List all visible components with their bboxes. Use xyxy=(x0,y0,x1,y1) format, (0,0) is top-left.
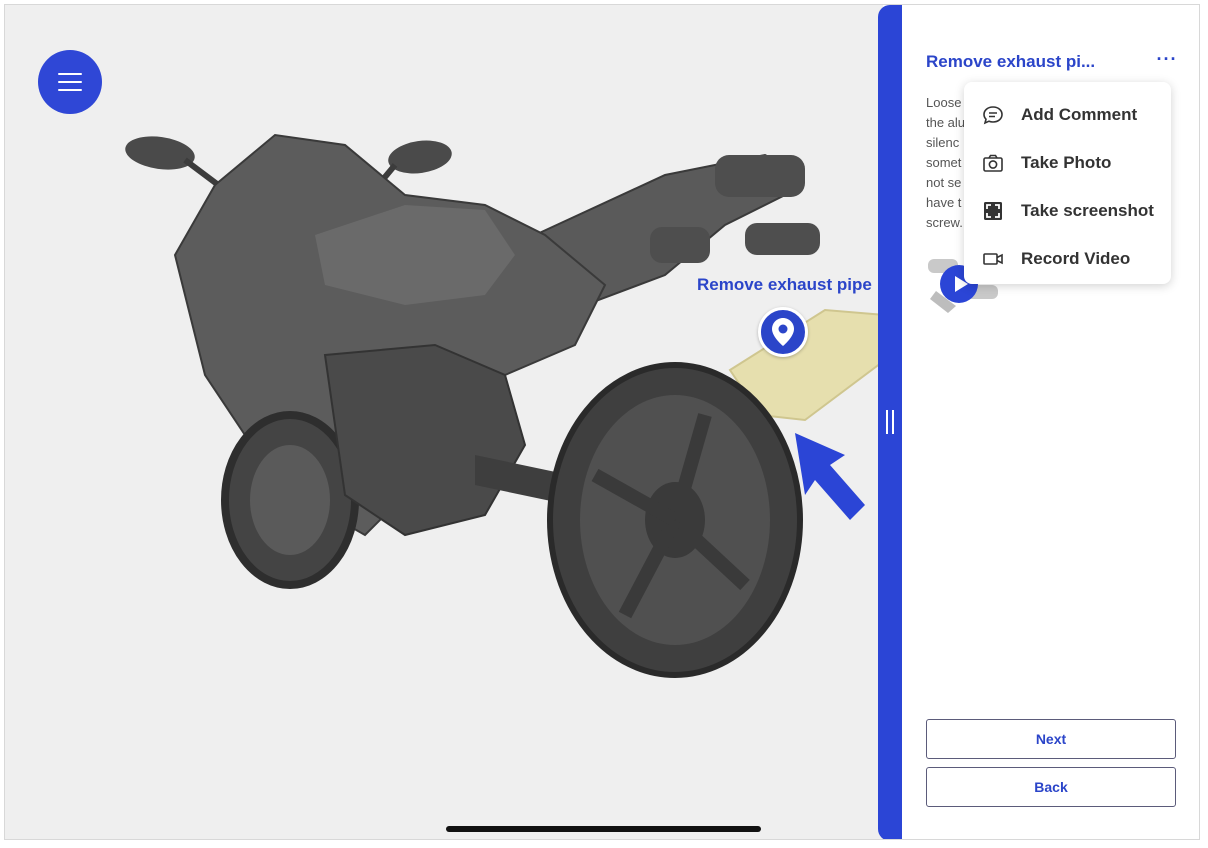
menu-item-label: Add Comment xyxy=(1021,105,1138,124)
menu-item-label: Take Photo xyxy=(1021,153,1112,172)
motorcycle-model[interactable] xyxy=(105,115,885,695)
3d-viewport[interactable]: Remove exhaust pipe xyxy=(5,5,885,839)
home-indicator xyxy=(446,826,761,832)
more-options-button[interactable]: ··· xyxy=(1152,49,1182,73)
step-title: Remove exhaust pi... xyxy=(926,52,1096,71)
menu-item-add-comment[interactable]: Add Comment xyxy=(964,91,1171,139)
panel-divider[interactable] xyxy=(878,5,902,839)
resize-handle-icon[interactable] xyxy=(886,410,894,434)
hotspot-label[interactable]: Remove exhaust pipe xyxy=(697,275,872,295)
hamburger-icon xyxy=(58,73,82,91)
menu-item-record-video[interactable]: Record Video xyxy=(964,235,1171,283)
video-camera-icon xyxy=(983,253,1003,265)
hotspot-pin-button[interactable] xyxy=(758,307,808,357)
camera-icon xyxy=(983,154,1003,172)
menu-item-label: Record Video xyxy=(1021,249,1131,268)
menu-item-label: Take screenshot xyxy=(1021,201,1154,220)
next-button[interactable]: Next xyxy=(926,719,1176,759)
screenshot-icon xyxy=(984,202,1002,220)
comment-icon xyxy=(983,106,1003,125)
back-button[interactable]: Back xyxy=(926,767,1176,807)
app-frame: Remove exhaust pipe Remove exhaust pi...… xyxy=(4,4,1200,840)
map-pin-icon xyxy=(772,318,794,346)
direction-arrow xyxy=(795,433,865,520)
menu-button[interactable] xyxy=(38,50,102,114)
context-menu: Add Comment Take Photo Take screenshot R… xyxy=(964,82,1171,284)
menu-item-take-photo[interactable]: Take Photo xyxy=(964,139,1171,187)
menu-item-take-screenshot[interactable]: Take screenshot xyxy=(964,187,1171,235)
